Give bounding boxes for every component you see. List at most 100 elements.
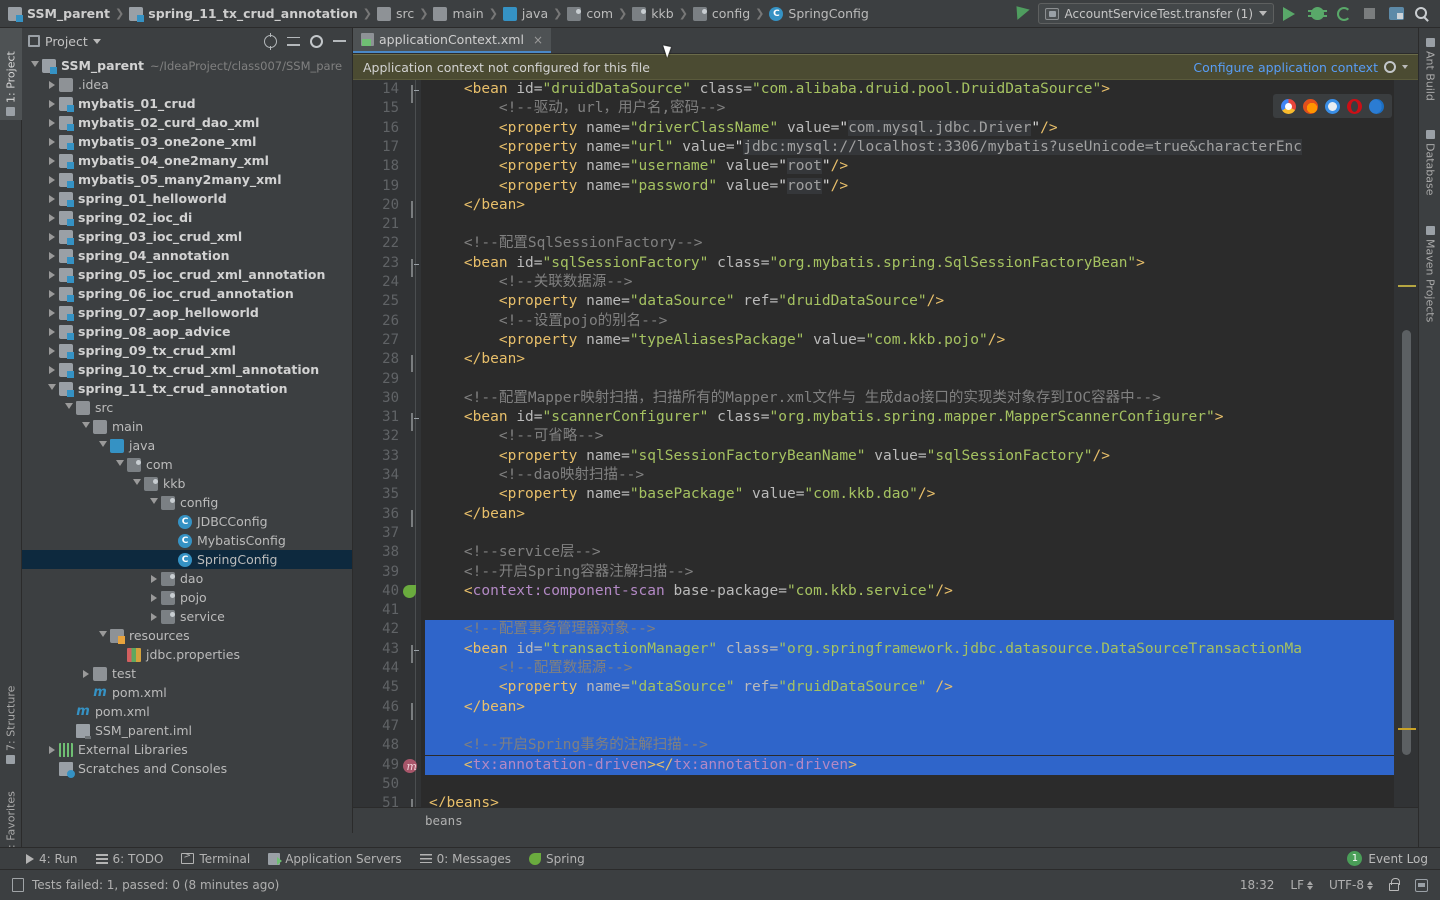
sidebar-item-project[interactable]: 1: Project (0, 28, 22, 120)
stop-button[interactable] (1361, 5, 1378, 22)
chevron-right-icon[interactable] (45, 213, 59, 222)
tree-node-mybatisconfig[interactable]: C MybatisConfig (22, 531, 352, 550)
breadcrumb-item-ssm-parent[interactable]: SSM_parent (8, 6, 110, 22)
tree-node-java[interactable]: java (22, 436, 352, 455)
bottom-tab-terminal[interactable]: Terminal (181, 851, 250, 866)
code-line[interactable]: 34 <!--dao映射扫描--> (353, 466, 1418, 485)
chevron-down-icon[interactable] (45, 383, 59, 394)
chevron-right-icon[interactable] (45, 156, 59, 165)
chevron-down-icon[interactable] (1402, 65, 1408, 69)
edge-icon[interactable] (1369, 98, 1384, 114)
code-line[interactable]: 47 (353, 717, 1418, 736)
code-line[interactable]: 16 <property name="driverClassName" valu… (353, 119, 1418, 138)
chevron-right-icon[interactable] (45, 365, 59, 374)
tree-node-ssm-parent-iml[interactable]: SSM_parent.iml (22, 721, 352, 740)
tree-node-spring-01-helloworld[interactable]: spring_01_helloworld (22, 189, 352, 208)
tree-node-mybatis-05-many2many-xml[interactable]: mybatis_05_many2many_xml (22, 170, 352, 189)
tree-node-src[interactable]: src (22, 398, 352, 417)
tab-applicationcontext-xml[interactable]: applicationContext.xml × (353, 28, 552, 53)
code-line[interactable]: 19 <property name="password" value="root… (353, 177, 1418, 196)
code-line[interactable]: 36 </bean> (353, 505, 1418, 527)
fold-end-handle[interactable] (411, 509, 420, 527)
chevron-right-icon[interactable] (45, 346, 59, 355)
update-application-button[interactable] (1387, 5, 1404, 22)
tree-node-com[interactable]: com (22, 455, 352, 474)
tree-node-config[interactable]: config (22, 493, 352, 512)
code-line[interactable]: 21 (353, 215, 1418, 234)
close-icon[interactable]: × (533, 33, 543, 47)
collapse-all-icon[interactable] (287, 35, 300, 48)
bottom-tab-application-servers[interactable]: Application Servers (268, 852, 402, 866)
fold-handle[interactable] (411, 644, 420, 663)
chevron-right-icon[interactable] (45, 289, 59, 298)
tree-node-mybatis-04-one2many-xml[interactable]: mybatis_04_one2many_xml (22, 151, 352, 170)
tree-node-mybatis-02-curd-dao-xml[interactable]: mybatis_02_curd_dao_xml (22, 113, 352, 132)
code-line[interactable]: 39 <!--开启Spring容器注解扫描--> (353, 563, 1418, 582)
code-line[interactable]: 29 (353, 370, 1418, 389)
chevron-right-icon[interactable] (45, 99, 59, 108)
chevron-down-icon[interactable] (92, 38, 101, 44)
tree-node-mybatis-01-crud[interactable]: mybatis_01_crud (22, 94, 352, 113)
opera-icon[interactable] (1347, 98, 1362, 114)
breadcrumb-beans[interactable]: beans (425, 813, 463, 828)
breadcrumb-item-spring-11-tx-crud-annotation[interactable]: spring_11_tx_crud_annotation (129, 6, 358, 22)
bottom-tab-messages[interactable]: 0: Messages (419, 852, 511, 866)
breadcrumb-item-java[interactable]: java (502, 6, 548, 21)
tree-node-pom-xml[interactable]: m pom.xml (22, 683, 352, 702)
code-line[interactable]: 46 </bean> (353, 698, 1418, 720)
run-button[interactable] (1283, 5, 1300, 22)
tree-node-jdbc-properties[interactable]: jdbc.properties (22, 645, 352, 664)
status-message[interactable]: Tests failed: 1, passed: 0 (8 minutes ag… (32, 878, 279, 892)
configure-application-context-link[interactable]: Configure application context (1193, 60, 1378, 75)
firefox-icon[interactable] (1303, 98, 1318, 114)
chevron-down-icon[interactable] (62, 402, 76, 413)
chevron-right-icon[interactable] (147, 612, 161, 621)
tree-node-test[interactable]: test (22, 664, 352, 683)
chevron-right-icon[interactable] (79, 669, 93, 678)
transaction-icon[interactable] (403, 757, 417, 776)
tree-node-dao[interactable]: dao (22, 569, 352, 588)
tree-node-pojo[interactable]: pojo (22, 588, 352, 607)
code-line[interactable]: 22 <!--配置SqlSessionFactory--> (353, 234, 1418, 253)
fold-end-handle[interactable] (411, 798, 420, 807)
run-with-coverage-button[interactable] (1335, 5, 1352, 22)
tree-node--idea[interactable]: .idea (22, 75, 352, 94)
tree-node-service[interactable]: service (22, 607, 352, 626)
locate-icon[interactable] (264, 32, 277, 50)
editor-breadcrumb[interactable]: beans (353, 807, 1418, 833)
code-line[interactable]: 28 </bean> (353, 350, 1418, 373)
chrome-icon[interactable] (1281, 98, 1296, 114)
breadcrumb-item-config[interactable]: config (692, 6, 750, 21)
unlocked-icon[interactable] (1389, 877, 1400, 891)
sidebar-item-ant-build[interactable]: Ant Build (1419, 34, 1440, 118)
robot-icon[interactable] (1415, 878, 1428, 892)
code-line[interactable]: 44 <!--配置数据源--> (353, 659, 1418, 678)
chevron-right-icon[interactable] (45, 251, 59, 260)
tree-node-spring-09-tx-crud-xml[interactable]: spring_09_tx_crud_xml (22, 341, 352, 360)
hide-icon[interactable] (333, 40, 346, 42)
code-line[interactable]: 35 <property name="basePackage" value="c… (353, 485, 1418, 504)
code-editor[interactable]: 14 <bean id="druidDataSource" class="com… (353, 80, 1418, 807)
tree-node-ssm-parent[interactable]: SSM_parent ~/IdeaProject/class007/SSM_par… (22, 56, 352, 75)
chevron-right-icon[interactable] (147, 593, 161, 602)
tree-node-spring-08-aop-advice[interactable]: spring_08_aop_advice (22, 322, 352, 341)
tree-node-main[interactable]: main (22, 417, 352, 436)
scrollbar-thumb[interactable] (1402, 330, 1411, 755)
search-everywhere-button[interactable] (1413, 5, 1430, 22)
chevron-right-icon[interactable] (45, 232, 59, 241)
project-panel-title-group[interactable]: Project (28, 34, 101, 49)
tree-node-kkb[interactable]: kkb (22, 474, 352, 493)
code-line[interactable]: 15 <!--驱动，url，用户名,密码--> (353, 99, 1418, 118)
code-line[interactable]: 45 <property name="dataSource" ref="drui… (353, 678, 1418, 697)
chevron-right-icon[interactable] (147, 574, 161, 583)
tree-node-spring-03-ioc-crud-xml[interactable]: spring_03_ioc_crud_xml (22, 227, 352, 246)
fold-end-handle[interactable] (411, 702, 420, 720)
code-line[interactable]: 40 <context:component-scan base-package=… (353, 582, 1418, 601)
tree-node-scratches-and-consoles[interactable]: Scratches and Consoles (22, 759, 352, 778)
tree-node-external-libraries[interactable]: External Libraries (22, 740, 352, 759)
code-line[interactable]: 33 <property name="sqlSessionFactoryBean… (353, 447, 1418, 466)
chevron-right-icon[interactable] (45, 137, 59, 146)
chevron-down-icon[interactable] (28, 60, 42, 71)
tree-node-spring-07-aop-helloworld[interactable]: spring_07_aop_helloworld (22, 303, 352, 322)
fold-handle[interactable] (411, 258, 420, 277)
